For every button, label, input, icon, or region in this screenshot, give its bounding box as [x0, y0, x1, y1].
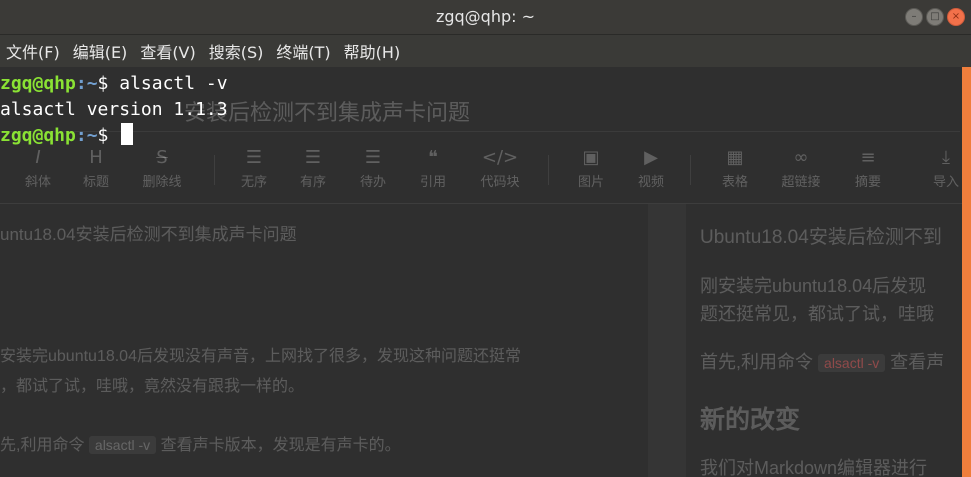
toolbar-separator [214, 155, 215, 185]
preview-para1-line2: 题还挺常见，都试了试，哇哦 [700, 304, 934, 324]
close-button[interactable]: × [947, 8, 965, 26]
video-icon: ▶ [644, 147, 658, 168]
terminal-command: alsactl -v [119, 73, 228, 94]
preview-heading: Ubuntu18.04安装后检测不到 [700, 227, 942, 248]
toolbar-code-block: </> 代码块 [472, 147, 528, 190]
toolbar-label: 视频 [637, 174, 664, 189]
heading-icon: H [89, 147, 103, 168]
menu-view[interactable]: 查看(V) [140, 39, 195, 63]
preview-inline-code: alsactl -v [818, 354, 886, 372]
todo-icon: ☰ [364, 147, 382, 168]
menu-file[interactable]: 文件(F) [6, 39, 60, 63]
toolbar-label: 标题 [82, 174, 109, 189]
toolbar-label: 删除线 [142, 174, 182, 189]
terminal-scrollbar[interactable] [962, 67, 971, 477]
table-icon: ▦ [726, 147, 744, 168]
quote-icon: ❝ [428, 147, 438, 168]
toolbar-label: 摘要 [854, 174, 881, 189]
menu-bar: 文件(F) 编辑(E) 查看(V) 搜索(S) 终端(T) 帮助(H) [0, 35, 971, 67]
terminal-area[interactable]: 安装后检测不到集成声卡问题 I 斜体 H 标题 S 删除线 ☰ 无序 ☰ 有序 ☰ 待办 ❝… [0, 67, 971, 477]
toolbar-label: 斜体 [24, 174, 51, 189]
menu-search[interactable]: 搜索(S) [209, 39, 264, 63]
toolbar-separator [690, 155, 691, 185]
minimize-button[interactable]: – [905, 8, 923, 26]
unordered-list-icon: ☰ [245, 147, 263, 168]
link-icon: ∞ [793, 147, 809, 168]
menu-help[interactable]: 帮助(H) [344, 39, 401, 63]
toolbar-summary: ≡ 摘要 [840, 147, 896, 190]
terminal-line-2: alsactl version 1.1.3 [0, 99, 228, 120]
source-para2-prefix: 先,利用命令 [0, 437, 85, 454]
toolbar-quote: ❝ 引用 [405, 147, 461, 190]
toolbar-label: 代码块 [480, 174, 520, 189]
source-heading: untu18.04安装后检测不到集成声卡问题 [0, 225, 297, 244]
window-title: zgq@qhp: ~ [435, 7, 536, 26]
toolbar-table: ▦ 表格 [707, 147, 763, 190]
terminal-line-3: zgq@qhp:~$ [0, 123, 134, 149]
image-icon: ▣ [582, 147, 600, 168]
italic-icon: I [35, 147, 41, 168]
ordered-list-icon: ☰ [304, 147, 322, 168]
source-inline-code: alsactl -v [88, 436, 157, 454]
source-para2-suffix: 查看声卡版本，发现是有声卡的。 [160, 437, 401, 454]
prompt-path: :~ [75, 125, 98, 146]
prompt-user-host: zgq@qhp [0, 73, 76, 94]
toolbar-italic: I 斜体 [10, 147, 66, 190]
toolbar-link: ∞ 超链接 [773, 147, 829, 190]
toolbar-ordered-list: ☰ 有序 [285, 147, 341, 190]
menu-edit[interactable]: 编辑(E) [73, 39, 128, 63]
toolbar-heading: H 标题 [68, 147, 124, 190]
preview-para2-prefix: 首先,利用命令 [700, 352, 814, 372]
toolbar-strikethrough: S 删除线 [134, 147, 190, 190]
source-para1-line2: ，都试了试，哇哦，竟然没有跟我一样的。 [0, 378, 305, 395]
source-para2: 先,利用命令 alsactl -v 查看声卡版本，发现是有声卡的。 [0, 431, 401, 455]
prompt-user-host: zgq@qhp [0, 125, 76, 146]
prompt-symbol: $ [97, 125, 120, 146]
toolbar-video: ▶ 视频 [623, 147, 679, 190]
background-editor-preview-pane: Ubuntu18.04安装后检测不到 刚安装完ubuntu18.04后发现 题还… [686, 204, 962, 477]
background-editor-source-pane: untu18.04安装后检测不到集成声卡问题 安装完ubuntu18.04后发现… [0, 204, 648, 477]
toolbar-label: 引用 [419, 174, 446, 189]
toolbar-label: 超链接 [781, 174, 821, 189]
toolbar-label: 有序 [299, 174, 326, 189]
toolbar-image: ▣ 图片 [563, 147, 619, 190]
window-controls: – □ × [905, 8, 965, 26]
preview-para2: 首先,利用命令 alsactl -v 查看声 [700, 348, 944, 374]
toolbar-label: 无序 [240, 174, 267, 189]
background-editor-toolbar: I 斜体 H 标题 S 删除线 ☰ 无序 ☰ 有序 ☰ 待办 ❝ 引用 </> 代码块 ▣ 图片 … [0, 147, 962, 204]
preview-section-heading: 新的改变 [700, 406, 801, 434]
window-titlebar[interactable]: zgq@qhp: ~ – □ × [0, 0, 971, 35]
toolbar-label: 图片 [577, 174, 604, 189]
prompt-path: :~ [75, 73, 98, 94]
terminal-cursor [121, 123, 134, 145]
preview-para2-suffix: 查看声 [890, 352, 945, 372]
source-para1-line1: 安装完ubuntu18.04后发现没有声音，上网找了很多，发现这种问题还挺常 [0, 348, 521, 365]
toolbar-label: 待办 [359, 174, 386, 189]
background-editor-side-rail [648, 204, 686, 477]
toolbar-separator [548, 155, 549, 185]
terminal-line-1: zgq@qhp:~$ alsactl -v [0, 71, 228, 97]
preview-para3: 我们对Markdown编辑器进行 [700, 458, 928, 477]
toolbar-unordered-list: ☰ 无序 [226, 147, 282, 190]
toolbar-todo: ☰ 待办 [345, 147, 401, 190]
preview-para1-line1: 刚安装完ubuntu18.04后发现 [700, 276, 927, 296]
toolbar-label: 表格 [721, 174, 748, 189]
code-block-icon: </> [481, 147, 519, 168]
maximize-button[interactable]: □ [926, 8, 944, 26]
menu-terminal[interactable]: 终端(T) [276, 39, 330, 63]
prompt-symbol: $ [97, 73, 120, 94]
strikethrough-icon: S [156, 147, 168, 168]
summary-icon: ≡ [860, 147, 876, 168]
